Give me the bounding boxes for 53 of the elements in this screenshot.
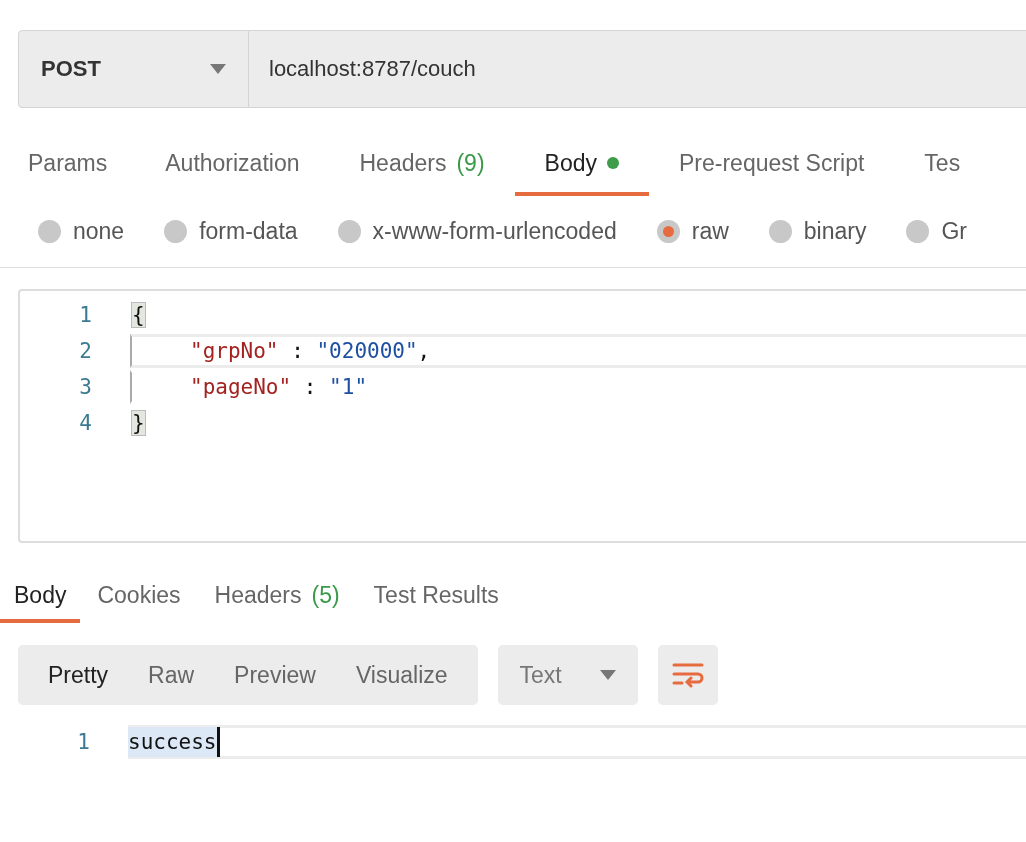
request-tab[interactable]: Headers (9): [329, 134, 515, 196]
radio-button[interactable]: [38, 220, 61, 243]
line-number: 1: [78, 303, 92, 327]
radio-label: x-www-form-urlencoded: [372, 218, 617, 245]
tab-count: (9): [456, 149, 485, 177]
view-mode-button[interactable]: Raw: [128, 645, 215, 705]
line-number: 4: [78, 411, 92, 435]
radio-button[interactable]: [656, 220, 680, 243]
tab-label: Params: [28, 149, 108, 177]
url-field[interactable]: localhost:8787/couch: [249, 30, 1026, 108]
tab-label: Body: [544, 149, 597, 177]
code-editor[interactable]: 1 { 2 "grpNo" : "020000", 3 "pageNo" : "1" 4 }: [18, 289, 1026, 543]
line-number: 2: [78, 339, 92, 363]
line-number: 3: [78, 375, 92, 399]
response-text: success: [128, 727, 220, 757]
radio-label: raw: [691, 218, 729, 245]
tab-label: Body: [14, 581, 67, 609]
tab-label: Pre-request Script: [679, 149, 865, 177]
wrap-lines-button[interactable]: [657, 645, 718, 705]
response-tab[interactable]: Body: [0, 571, 81, 623]
line-number: 1: [76, 730, 90, 754]
radio-button[interactable]: [164, 220, 188, 243]
caret-icon: [210, 64, 226, 74]
request-tab[interactable]: Pre-request Script: [649, 134, 895, 196]
tab-count: (5): [311, 581, 340, 609]
request-tab[interactable]: Body: [514, 134, 649, 196]
wrap-icon: [671, 662, 704, 688]
tab-label: Headers: [359, 149, 447, 177]
view-mode-button[interactable]: Preview: [214, 645, 336, 705]
radio-label: Gr: [941, 218, 967, 245]
radio-label: binary: [803, 218, 867, 245]
view-mode-button[interactable]: Visualize: [335, 645, 468, 705]
radio-button[interactable]: [906, 220, 930, 243]
response-tab[interactable]: Test Results: [356, 571, 516, 623]
tab-label: Test Results: [373, 581, 499, 609]
response-tab[interactable]: Headers (5): [197, 571, 357, 623]
tab-label: Cookies: [97, 581, 181, 609]
caret-icon: [599, 670, 616, 680]
response-tab[interactable]: Cookies: [80, 571, 198, 623]
request-tab[interactable]: Authorization: [135, 134, 330, 196]
radio-label: form-data: [199, 218, 298, 245]
format-dropdown[interactable]: Text: [497, 645, 638, 705]
tab-label: Authorization: [165, 149, 300, 177]
radio-button[interactable]: [337, 220, 361, 243]
code-line: "pageNo" : "1": [130, 370, 1026, 404]
request-tab[interactable]: Tes: [894, 134, 991, 196]
view-mode-button[interactable]: Pretty: [28, 645, 129, 705]
tab-label: Headers: [214, 581, 302, 609]
radio-button[interactable]: [768, 220, 792, 243]
method-dropdown[interactable]: POST: [18, 30, 249, 108]
radio-label: none: [73, 218, 125, 245]
tab-label: Tes: [924, 149, 961, 177]
request-tab[interactable]: Params: [0, 134, 136, 196]
